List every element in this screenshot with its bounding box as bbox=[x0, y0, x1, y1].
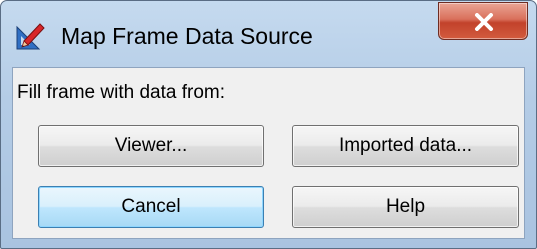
close-button[interactable] bbox=[438, 2, 528, 40]
viewer-button[interactable]: Viewer... bbox=[38, 125, 264, 167]
imported-data-button[interactable]: Imported data... bbox=[292, 125, 519, 167]
window-title: Map Frame Data Source bbox=[61, 23, 313, 49]
cancel-button[interactable]: Cancel bbox=[38, 186, 264, 228]
close-icon bbox=[475, 13, 493, 31]
prompt-label: Fill frame with data from: bbox=[17, 82, 225, 103]
title-bar[interactable]: Map Frame Data Source bbox=[1, 1, 536, 65]
pencil-ruler-icon bbox=[15, 21, 47, 51]
help-button[interactable]: Help bbox=[292, 186, 519, 228]
dialog-window: Map Frame Data Source Fill frame with da… bbox=[0, 0, 537, 249]
dialog-body: Fill frame with data from: Viewer... Imp… bbox=[12, 67, 525, 239]
